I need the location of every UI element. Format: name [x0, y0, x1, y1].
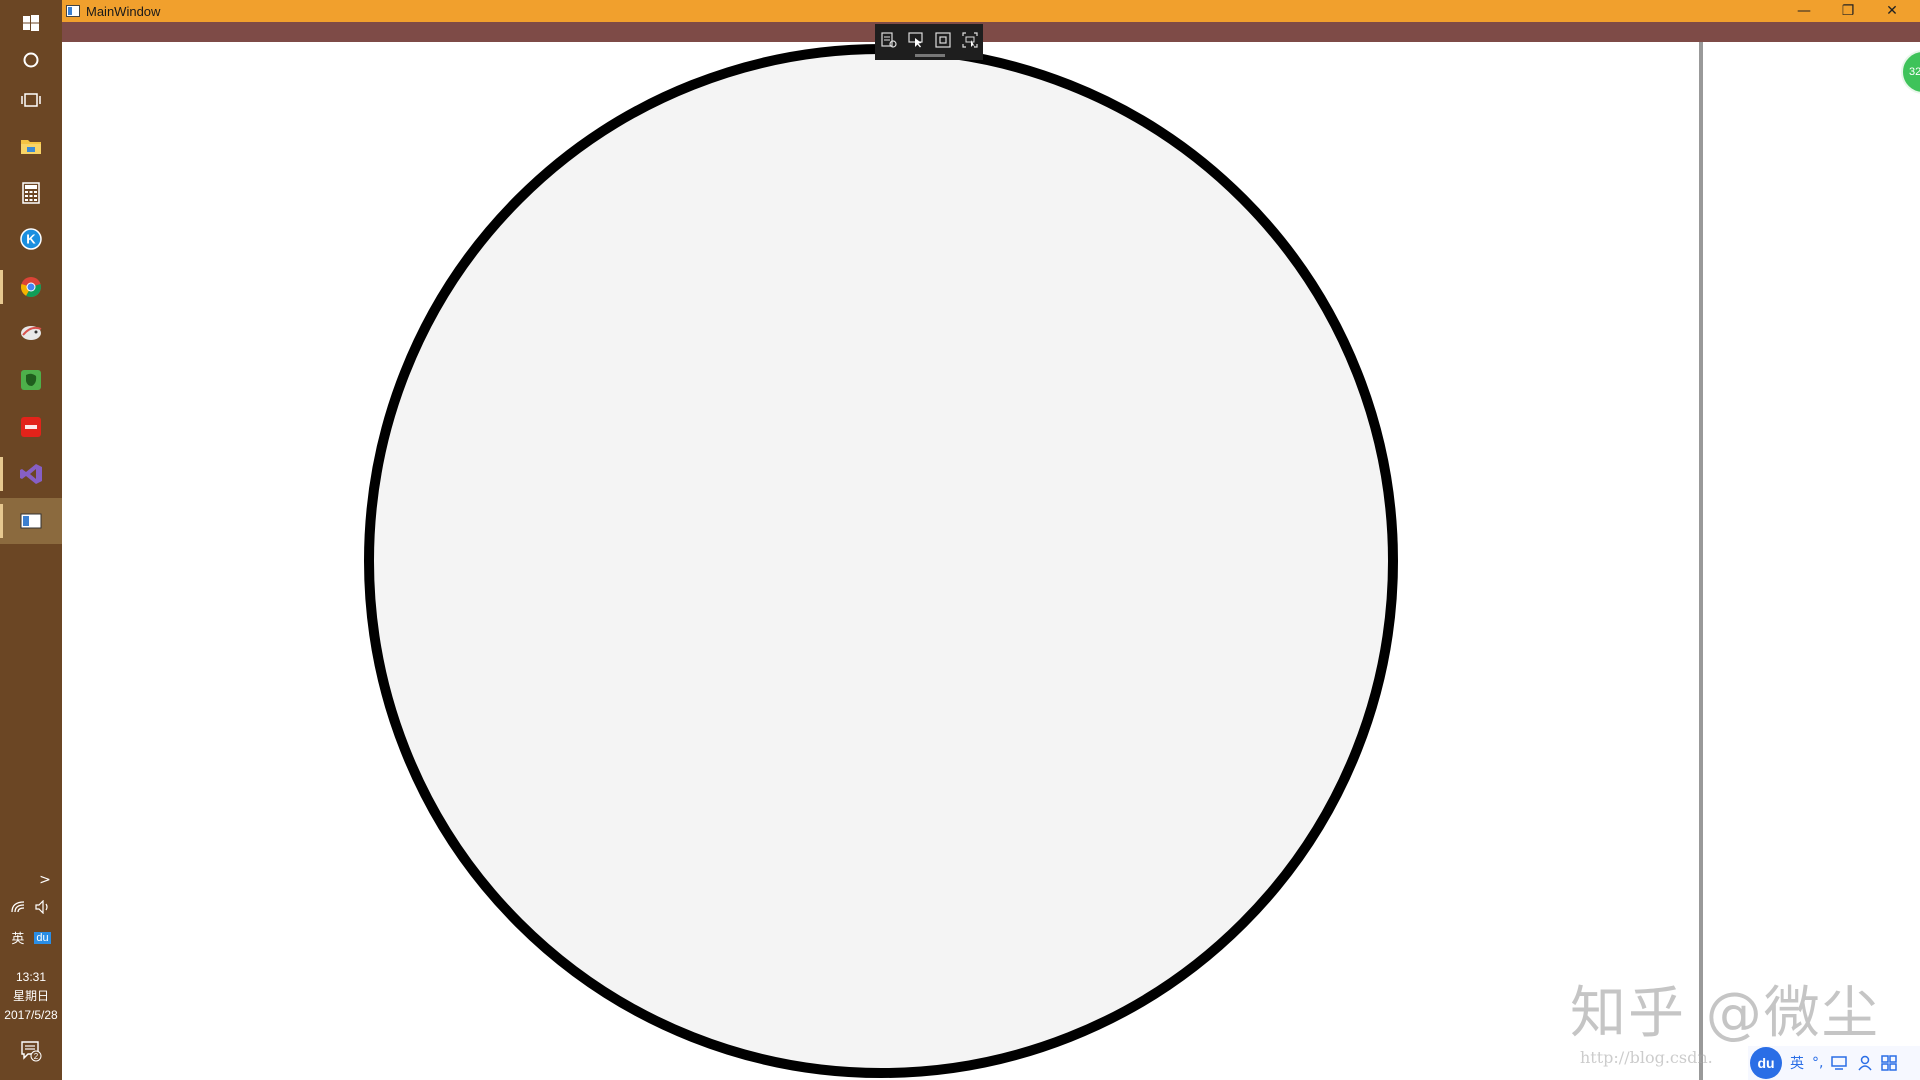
window-title: MainWindow	[86, 3, 161, 19]
taskbar: K > 英 du 13:31 星期日 2017/5/28 2	[0, 0, 62, 1080]
chrome-icon	[21, 277, 41, 298]
svg-text:K: K	[26, 232, 36, 247]
k-circle-icon: K	[20, 228, 42, 250]
wifi-icon[interactable]	[11, 901, 25, 913]
float-ball-value: 32	[1909, 66, 1920, 78]
live-visual-tree-button[interactable]	[879, 30, 899, 50]
taskbar-file-explorer[interactable]	[0, 123, 62, 169]
taskbar-mainwindow[interactable]	[0, 498, 62, 544]
ime-language-indicator[interactable]: 英	[11, 928, 24, 947]
csdn-url-watermark: http://blog.csdn.	[1580, 1048, 1713, 1067]
ime-punct-toggle[interactable]: °,	[1812, 1055, 1823, 1071]
tray-ime-row: 英 du	[0, 928, 62, 947]
main-window: MainWindow — ❐ ✕	[62, 0, 1920, 1080]
close-button[interactable]: ✕	[1870, 0, 1914, 22]
tray-clock[interactable]: 13:31 星期日 2017/5/28	[0, 968, 62, 1025]
track-focus-button[interactable]	[960, 30, 980, 50]
toolbar-collapse-grip[interactable]	[915, 54, 945, 57]
baidu-ime-icon[interactable]: du	[34, 931, 51, 944]
taskbar-kugou[interactable]: K	[0, 216, 62, 262]
canvas	[364, 44, 1398, 1078]
task-view-button[interactable]	[0, 77, 62, 123]
window-menu-strip	[62, 22, 1920, 42]
clock-weekday: 星期日	[12, 989, 49, 1003]
tray-network-volume	[0, 900, 62, 914]
folder-icon	[21, 140, 41, 154]
window-titlebar[interactable]: MainWindow — ❐ ✕	[62, 0, 1920, 22]
display-layout-adorners-button[interactable]	[933, 30, 953, 50]
select-element-button[interactable]	[906, 30, 926, 50]
ime-lang-toggle[interactable]: 英	[1790, 1053, 1804, 1073]
tray-expand-row: >	[0, 872, 62, 888]
youdao-icon	[21, 417, 41, 437]
window-app-icon	[20, 513, 42, 529]
visual-studio-icon	[20, 464, 42, 484]
visual-tree-icon	[880, 32, 897, 48]
window-app-icon	[66, 5, 80, 17]
taskbar-evernote[interactable]	[0, 357, 62, 403]
windows-logo-icon	[23, 15, 39, 31]
tray-expand-chevron-icon[interactable]: >	[39, 872, 51, 888]
cortana-circle-icon	[23, 52, 39, 68]
ime-grid-icon[interactable]	[1881, 1055, 1898, 1071]
track-focus-icon	[961, 32, 978, 48]
ime-status-bar: du 英 °,	[1748, 1046, 1920, 1080]
taskbar-snipaste[interactable]	[0, 310, 62, 356]
zhihu-watermark: 知乎 @微尘	[1570, 981, 1880, 1046]
ime-user-icon[interactable]	[1857, 1055, 1873, 1071]
ellipse-shape[interactable]	[364, 44, 1398, 1078]
bird-icon	[21, 326, 42, 340]
vertical-splitter[interactable]	[1699, 42, 1703, 1080]
ime-keyboard-icon[interactable]	[1831, 1055, 1849, 1071]
notification-icon: 2	[21, 1041, 42, 1062]
notification-count: 2	[34, 1052, 39, 1061]
xaml-debug-toolbar	[875, 24, 983, 60]
taskbar-visual-studio[interactable]	[0, 451, 62, 497]
volume-icon[interactable]	[35, 900, 51, 914]
clock-date: 2017/5/28	[4, 1008, 58, 1022]
minimize-button[interactable]: —	[1782, 0, 1826, 22]
baidu-ime-logo[interactable]: du	[1750, 1047, 1782, 1079]
restore-button[interactable]: ❐	[1826, 0, 1870, 22]
clock-time: 13:31	[15, 970, 47, 984]
taskbar-youdao[interactable]	[0, 404, 62, 450]
calculator-icon	[22, 182, 40, 204]
layout-adorner-icon	[934, 32, 951, 48]
elephant-icon	[21, 370, 41, 390]
taskbar-calculator[interactable]	[0, 170, 62, 216]
task-view-icon	[21, 93, 41, 107]
window-content	[62, 42, 1920, 1080]
action-center-button[interactable]: 2	[0, 1040, 62, 1066]
taskbar-chrome[interactable]	[0, 264, 62, 310]
select-pointer-icon	[907, 32, 923, 48]
